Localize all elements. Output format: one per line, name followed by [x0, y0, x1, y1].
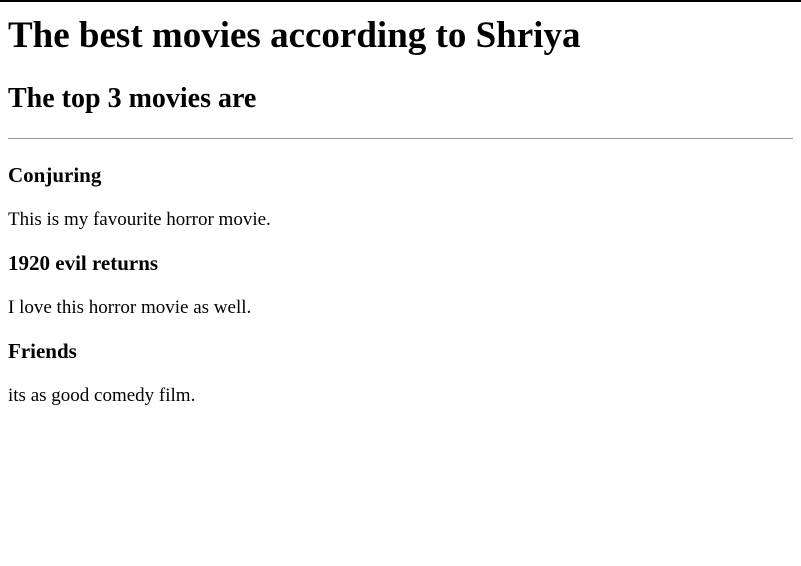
movie-item: 1920 evil returns I love this horror mov… [8, 250, 793, 319]
movie-description: its as good comedy film. [8, 385, 196, 406]
movie-title: Conjuring [8, 163, 102, 187]
movie-item: Conjuring This is my favourite horror mo… [8, 162, 793, 231]
movie-description: This is my favourite horror movie. [8, 209, 271, 230]
divider [8, 138, 793, 139]
movie-title: 1920 evil returns [8, 251, 159, 275]
movie-description: I love this horror movie as well. [8, 297, 252, 318]
page-title: The best movies according to Shriya [8, 15, 581, 56]
page-content: The best movies according to Shriya The … [0, 14, 801, 407]
page-subtitle: The top 3 movies are [8, 83, 257, 114]
movie-title: Friends [8, 339, 77, 363]
movie-item: Friends its as good comedy film. [8, 338, 793, 407]
movie-list: Conjuring This is my favourite horror mo… [8, 162, 793, 407]
